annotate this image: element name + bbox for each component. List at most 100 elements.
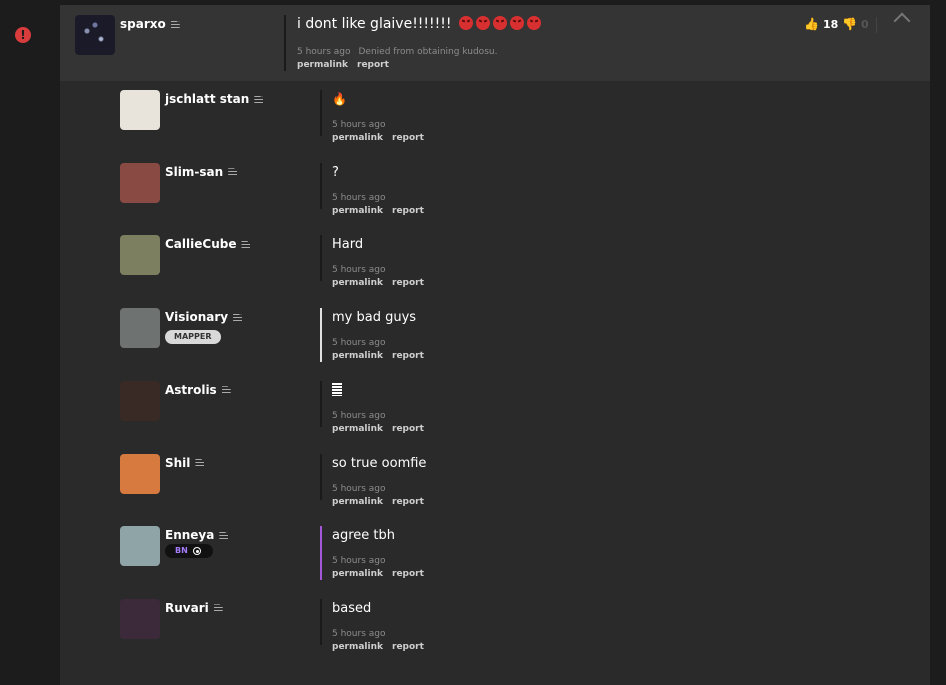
mapper-badge-label: MAPPER — [174, 332, 212, 342]
reply-message-text: Hard — [332, 237, 364, 253]
username[interactable]: jschlatt stan — [165, 92, 264, 106]
permalink-link[interactable]: permalink — [332, 278, 383, 288]
main-post: sparxo i dont like glaive!!!!!!! 5 hours… — [60, 5, 930, 81]
document-glyph-icon — [332, 382, 342, 396]
list-icon[interactable] — [228, 168, 238, 177]
username[interactable]: Ruvari — [165, 601, 223, 615]
post-message: i dont like glaive!!!!!!! — [297, 16, 541, 32]
list-icon[interactable] — [195, 459, 205, 467]
post-message-text: i dont like glaive!!!!!!! — [297, 16, 452, 32]
list-icon[interactable] — [219, 531, 229, 540]
username[interactable]: Shil — [165, 456, 205, 470]
username-label[interactable]: Astrolis — [165, 383, 217, 397]
bn-mode-icon — [193, 547, 201, 556]
list-icon[interactable] — [241, 240, 251, 249]
avatar[interactable] — [120, 380, 160, 421]
username[interactable]: CallieCube — [165, 237, 251, 251]
thumbs-down-icon: 👎 — [842, 17, 857, 31]
reply-divider — [320, 162, 322, 209]
list-icon[interactable] — [221, 386, 231, 395]
reply-message-text: based — [332, 600, 372, 616]
downvote-button[interactable]: 👎 0 — [842, 17, 869, 31]
permalink-link[interactable]: permalink — [332, 206, 383, 216]
report-link[interactable]: report — [392, 133, 424, 143]
angry-face-icon — [526, 16, 541, 30]
kudosu-status: Denied from obtaining kudosu. — [358, 47, 498, 57]
username-label[interactable]: CallieCube — [165, 237, 236, 251]
reply-message: my bad guys — [332, 310, 416, 325]
username-label[interactable]: Ruvari — [165, 601, 209, 615]
list-icon[interactable] — [213, 604, 223, 613]
username[interactable]: Slim-san — [165, 165, 238, 179]
reply-message-text: agree tbh — [332, 528, 395, 544]
username-label[interactable]: Visionary — [165, 310, 228, 324]
report-link[interactable]: report — [392, 424, 424, 434]
permalink-link[interactable]: permalink — [332, 642, 383, 652]
reply-time: 5 hours ago — [332, 338, 386, 349]
avatar[interactable] — [120, 598, 160, 639]
permalink-link[interactable]: permalink — [332, 133, 383, 143]
downvote-count: 0 — [860, 18, 869, 31]
report-link[interactable]: report — [392, 642, 424, 652]
reply-actions: permalink report — [332, 278, 433, 288]
mapper-badge: MAPPER — [165, 330, 221, 345]
report-link[interactable]: report — [357, 60, 389, 70]
reply-message: agree tbh — [332, 528, 395, 543]
avatar[interactable] — [120, 162, 160, 203]
thumbs-up-icon: 👍 — [804, 17, 819, 31]
angry-face-icon — [509, 16, 524, 30]
avatar[interactable] — [120, 308, 160, 349]
username-label[interactable]: jschlatt stan — [165, 92, 249, 106]
post-actions: permalink report — [297, 60, 398, 70]
username-label[interactable]: Slim-san — [165, 165, 223, 179]
reply-message: ? — [332, 165, 339, 180]
avatar[interactable] — [120, 235, 160, 276]
username[interactable]: sparxo — [120, 17, 180, 31]
report-link[interactable]: report — [392, 497, 424, 507]
upvote-button[interactable]: 👍 18 — [804, 17, 838, 31]
list-icon[interactable] — [254, 95, 264, 104]
list-icon[interactable] — [233, 313, 243, 322]
username[interactable]: Visionary — [165, 310, 243, 324]
avatar[interactable] — [120, 526, 160, 567]
reply-time: 5 hours ago — [332, 120, 386, 130]
reply-divider — [320, 453, 322, 500]
reply-time: 5 hours ago — [332, 483, 386, 494]
reply-actions: permalink report — [332, 497, 433, 507]
permalink-link[interactable]: permalink — [332, 497, 383, 507]
reply-divider — [320, 526, 322, 581]
reply-message: based — [332, 601, 371, 616]
reply-divider — [320, 235, 322, 282]
permalink-link[interactable]: permalink — [332, 351, 383, 361]
alert-icon: ! — [15, 27, 31, 43]
report-link[interactable]: report — [392, 351, 424, 361]
permalink-link[interactable]: permalink — [297, 60, 348, 70]
reply-actions: permalink report — [332, 424, 433, 434]
username-label[interactable]: sparxo — [120, 17, 166, 31]
permalink-link[interactable]: permalink — [332, 569, 383, 579]
reply-actions: permalink report — [332, 642, 433, 652]
discussion-panel: sparxo i dont like glaive!!!!!!! 5 hours… — [60, 5, 930, 685]
username-label[interactable]: Enneya — [165, 528, 214, 542]
reply-message: 🔥 — [332, 92, 347, 107]
reply-message-text: my bad guys — [332, 310, 417, 326]
report-link[interactable]: report — [392, 206, 424, 216]
reply-actions: permalink report — [332, 133, 433, 143]
avatar[interactable] — [120, 90, 160, 130]
username-label[interactable]: Shil — [165, 456, 190, 470]
reply-time: 5 hours ago — [332, 628, 386, 639]
list-icon[interactable] — [170, 20, 180, 29]
vote-divider — [876, 17, 877, 33]
avatar[interactable] — [75, 15, 115, 55]
report-link[interactable]: report — [392, 278, 424, 288]
avatar[interactable] — [120, 453, 160, 494]
reply-time: 5 hours ago — [332, 192, 386, 203]
collapse-chevron-icon[interactable] — [893, 12, 911, 30]
username[interactable]: Astrolis — [165, 383, 231, 397]
permalink-link[interactable]: permalink — [332, 424, 383, 434]
username[interactable]: Enneya — [165, 528, 229, 542]
post-time: 5 hours ago — [297, 47, 351, 57]
reply-time: 5 hours ago — [332, 265, 386, 276]
report-link[interactable]: report — [392, 569, 424, 579]
post-meta: 5 hours ago Denied from obtaining kudosu. — [297, 47, 497, 57]
